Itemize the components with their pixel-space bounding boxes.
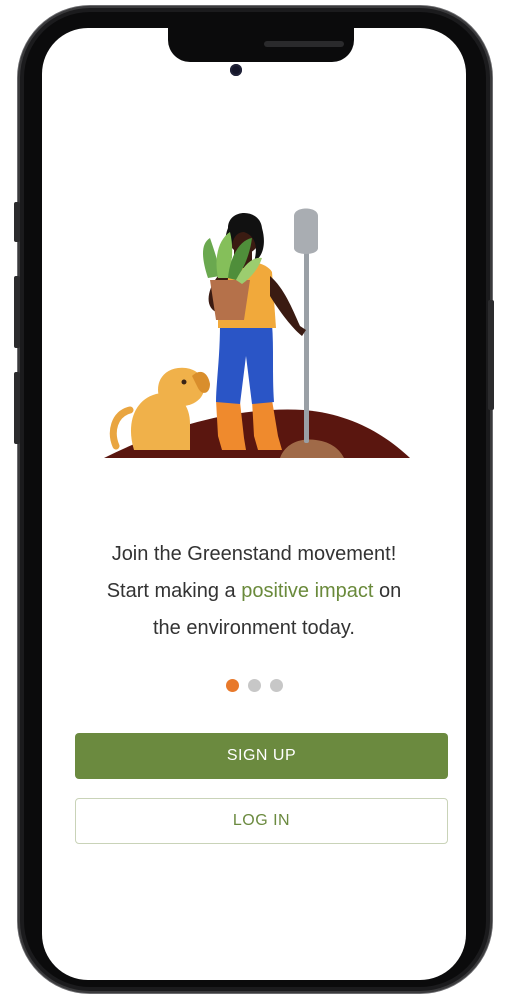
headline-suffix: on xyxy=(373,580,402,602)
volume-up-button xyxy=(14,276,20,348)
headline-line-1: Join the Greenstand movement! xyxy=(111,543,397,565)
page-dot-3[interactable] xyxy=(269,679,283,692)
log-in-button[interactable]: LOG IN xyxy=(75,798,448,844)
gardener-with-dog-illustration xyxy=(104,208,410,458)
app-screen: Join the Greenstand movement! Start maki… xyxy=(42,28,466,980)
page-indicator xyxy=(42,679,466,692)
volume-down-button xyxy=(14,372,20,444)
headline-line-3: the environment today. xyxy=(153,617,355,639)
page-dot-1-active[interactable] xyxy=(225,679,239,692)
headline-accent: positive impact xyxy=(241,580,374,602)
power-button xyxy=(488,300,494,410)
speaker-grille xyxy=(264,41,344,47)
mute-switch xyxy=(14,202,20,242)
headline-line-2: Start making a positive impact on xyxy=(62,573,446,610)
onboarding-headline: Join the Greenstand movement! Start maki… xyxy=(62,536,446,647)
page-dot-2[interactable] xyxy=(247,679,261,692)
sign-up-button[interactable]: SIGN UP xyxy=(75,733,448,779)
front-camera-icon xyxy=(230,64,242,76)
headline-prefix: Start making a xyxy=(106,580,242,602)
